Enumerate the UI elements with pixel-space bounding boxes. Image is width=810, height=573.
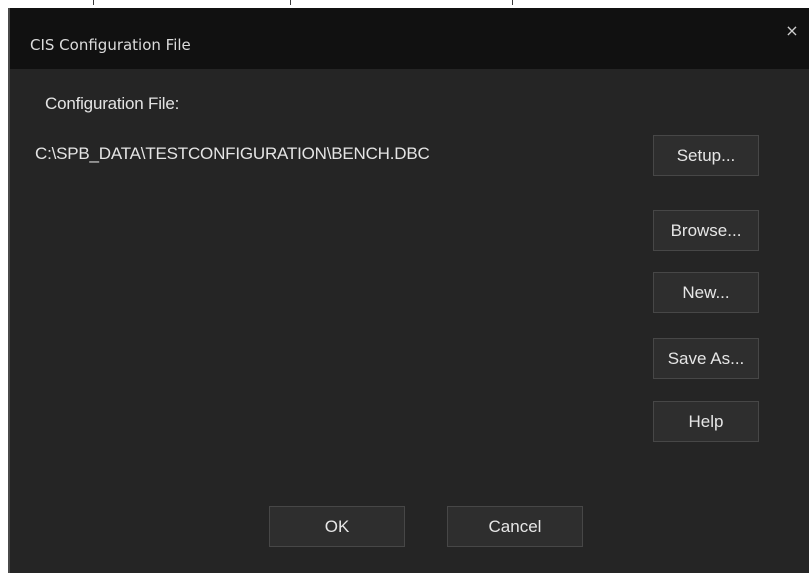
- browse-button[interactable]: Browse...: [653, 210, 759, 251]
- background-window-edge: [0, 0, 810, 8]
- background-divider: [93, 0, 94, 5]
- background-divider: [290, 0, 291, 5]
- dialog-titlebar[interactable]: CIS Configuration File ×: [10, 8, 809, 69]
- ok-button[interactable]: OK: [269, 506, 405, 547]
- save-as-button[interactable]: Save As...: [653, 338, 759, 379]
- new-button[interactable]: New...: [653, 272, 759, 313]
- configuration-file-label: Configuration File:: [45, 94, 180, 113]
- background-divider: [512, 0, 513, 5]
- cancel-button[interactable]: Cancel: [447, 506, 583, 547]
- setup-button[interactable]: Setup...: [653, 135, 759, 176]
- help-button[interactable]: Help: [653, 401, 759, 442]
- cis-configuration-dialog: CIS Configuration File × Configuration F…: [8, 8, 809, 573]
- dialog-title: CIS Configuration File: [30, 36, 191, 54]
- configuration-file-path: C:\SPB_DATA\TESTCONFIGURATION\BENCH.DBC: [35, 144, 430, 163]
- close-icon[interactable]: ×: [781, 20, 803, 42]
